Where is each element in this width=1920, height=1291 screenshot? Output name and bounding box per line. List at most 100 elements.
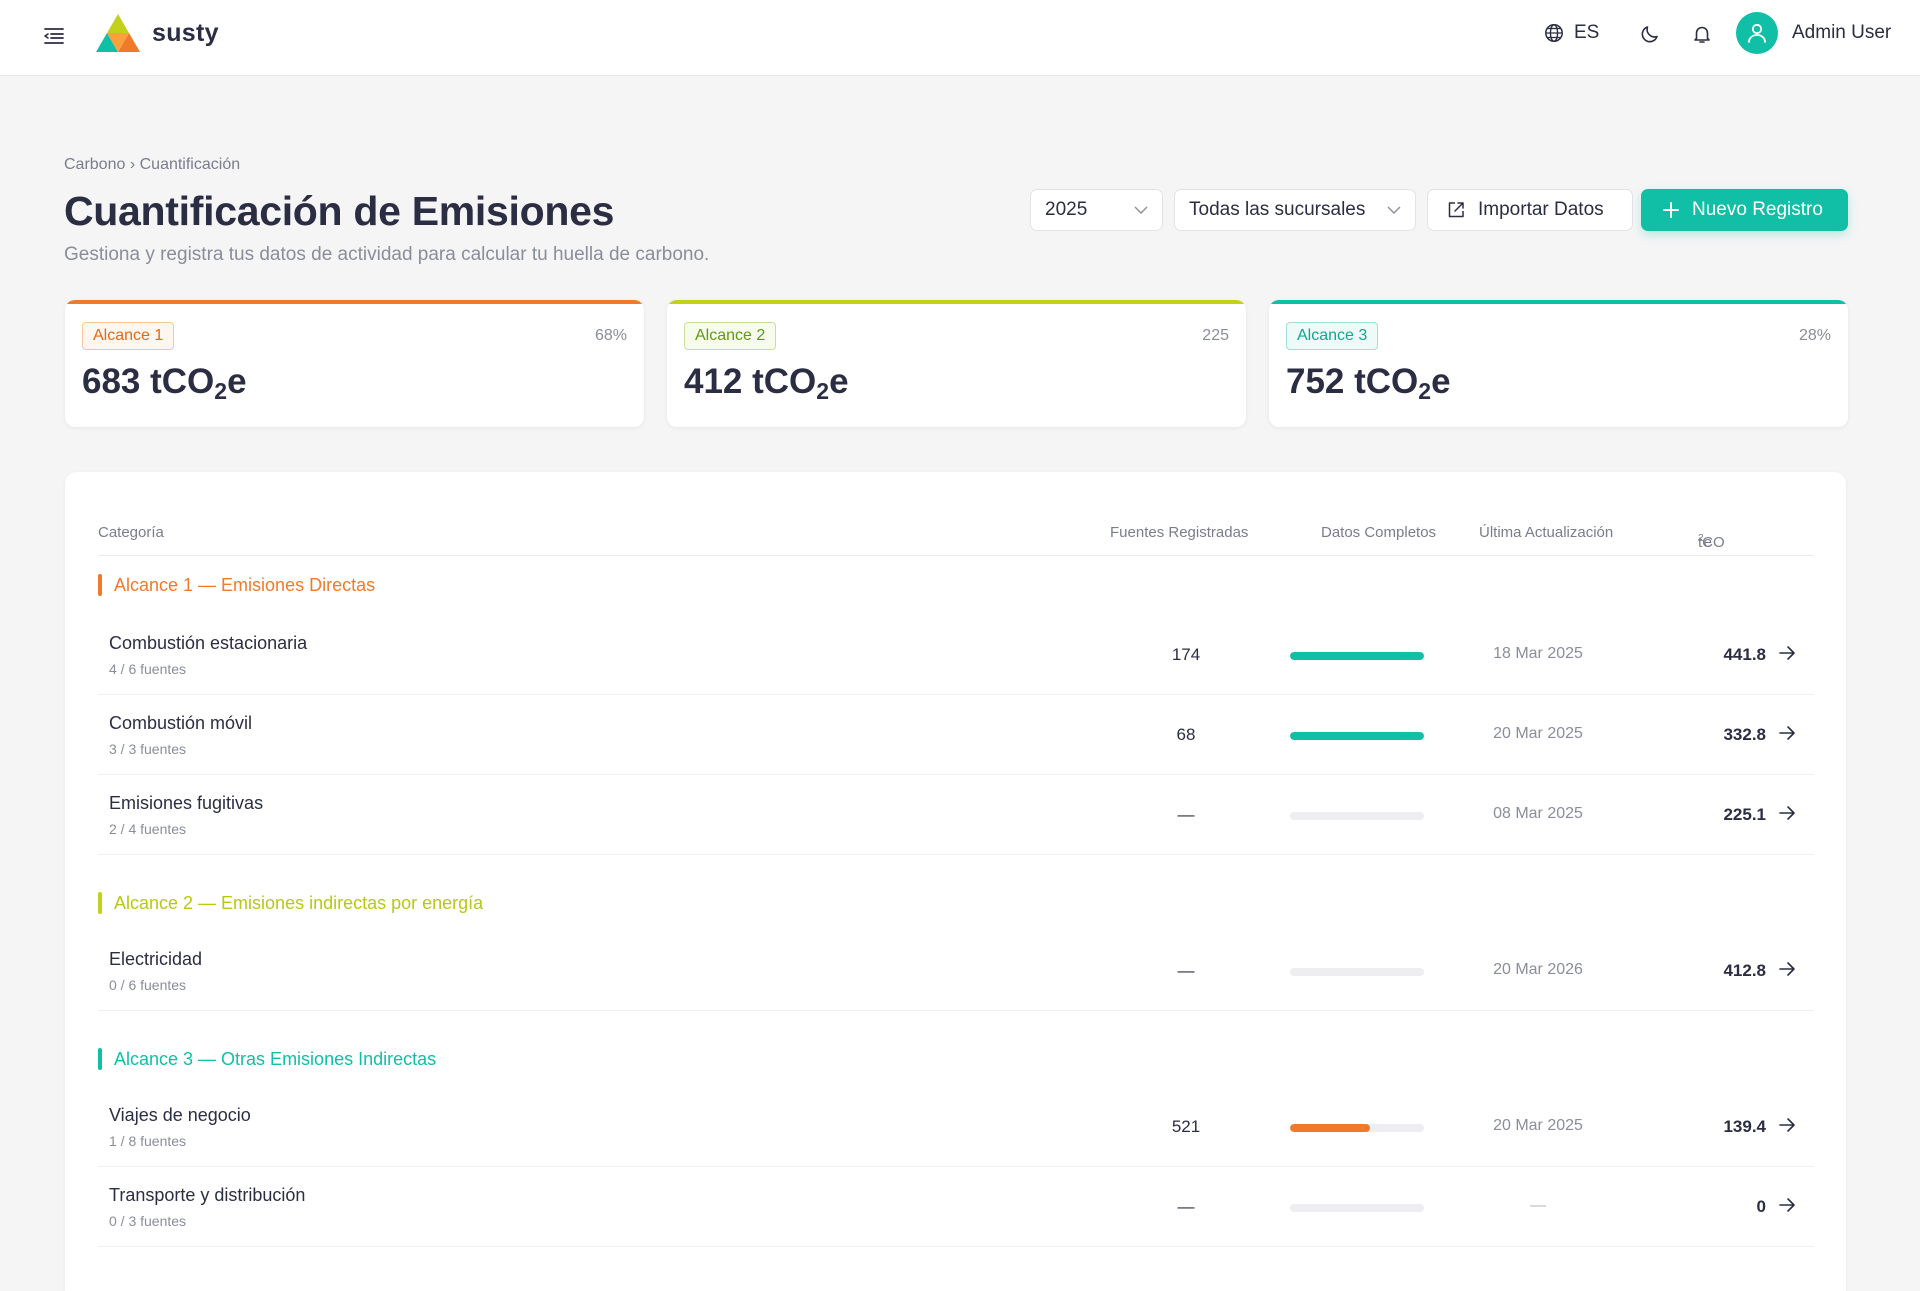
section-scope1: Alcance 1 — Emisiones Directas [98, 574, 375, 596]
emissions-table: Categoría Fuentes Registradas Datos Comp… [65, 472, 1846, 1291]
import-data-button[interactable]: Importar Datos [1427, 189, 1633, 231]
row-sources: 521 [1171, 1117, 1201, 1136]
scope3-value-suffix: e [1431, 362, 1451, 401]
row-tco2e: 139.4 [1723, 1117, 1766, 1136]
scope3-card: Alcance 3 28% 752 tCO2e [1269, 300, 1848, 427]
page-subtitle: Gestiona y registra tus datos de activid… [64, 244, 710, 265]
branch-select[interactable]: Todas las sucursales [1174, 189, 1416, 231]
breadcrumb-parent[interactable]: Carbono [64, 156, 125, 173]
completion-bar [1290, 652, 1424, 660]
row-tco2e: 441.8 [1723, 645, 1766, 664]
branch-select-value: Todas las sucursales [1189, 199, 1366, 220]
plus-icon [1663, 202, 1679, 218]
page-title: Cuantificación de Emisiones [64, 188, 615, 234]
brand-name: susty [152, 18, 219, 47]
new-record-label: Nuevo Registro [1692, 199, 1823, 220]
row-sources: 68 [1176, 725, 1196, 744]
breadcrumb: Carbono › Cuantificación [64, 156, 240, 174]
section-scope2: Alcance 2 — Emisiones indirectas por ene… [98, 892, 483, 914]
arrow-right-icon[interactable] [1777, 723, 1797, 743]
chevron-down-icon [1387, 206, 1401, 214]
row-updated: 20 Mar 2026 [1493, 961, 1583, 978]
scope2-value-sub: 2 [816, 378, 830, 404]
completion-fill [1290, 652, 1424, 660]
table-row[interactable]: Electricidad 0 / 6 fuentes — 20 Mar 2026… [98, 931, 1814, 1011]
row-category: Combustión móvil [109, 713, 253, 733]
row-sources: — [1177, 961, 1195, 980]
import-data-label: Importar Datos [1478, 199, 1604, 220]
brand-logo[interactable]: susty [96, 14, 219, 52]
section-title: Alcance 1 — Emisiones Directas [114, 574, 376, 595]
arrow-right-icon[interactable] [1777, 803, 1797, 823]
new-record-button[interactable]: Nuevo Registro [1641, 189, 1848, 231]
scope3-value-sub: 2 [1418, 378, 1432, 404]
year-select-value: 2025 [1045, 199, 1088, 220]
scope3-badge: Alcance 3 [1286, 322, 1379, 350]
row-sources: — [1177, 1197, 1195, 1216]
year-select[interactable]: 2025 [1030, 189, 1163, 231]
table-header: Categoría Fuentes Registradas Datos Comp… [98, 514, 1814, 556]
scope2-count: 225 [1202, 327, 1229, 344]
language-label: ES [1574, 22, 1600, 43]
row-source-count: 2 / 4 fuentes [109, 821, 187, 837]
row-tco2e: 0 [1756, 1197, 1766, 1216]
dark-mode-toggle[interactable] [1638, 22, 1662, 51]
arrow-right-icon[interactable] [1777, 643, 1797, 663]
card-accent-line [65, 300, 644, 304]
table-row[interactable]: Emisiones fugitivas 2 / 4 fuentes — 08 M… [98, 775, 1814, 855]
header-tco2e-suffix: e [1703, 534, 1712, 551]
section-title: Alcance 3 — Otras Emisiones Indirectas [114, 1048, 437, 1069]
table-row[interactable]: Viajes de negocio 1 / 8 fuentes 521 20 M… [98, 1087, 1814, 1167]
scope3-value: 752 tCO2e [1286, 362, 1451, 405]
row-tco2e: 412.8 [1723, 961, 1766, 980]
row-sources: — [1177, 805, 1195, 824]
row-updated: 20 Mar 2025 [1493, 1117, 1583, 1134]
scope1-card: Alcance 1 68% 683 tCO2e [65, 300, 644, 427]
moon-icon [1641, 26, 1658, 43]
completion-fill [1290, 1124, 1371, 1132]
bell-icon [1694, 26, 1710, 43]
scope1-value-suffix: e [227, 362, 247, 401]
menu-toggle-icon[interactable] [40, 22, 68, 50]
section-title: Alcance 2 — Emisiones indirectas por ene… [114, 892, 484, 913]
language-selector[interactable]: ES [1544, 22, 1599, 44]
user-menu[interactable]: Admin User [1736, 12, 1891, 54]
completion-bar [1290, 732, 1424, 740]
row-source-count: 4 / 6 fuentes [109, 661, 187, 677]
row-sources: 174 [1171, 645, 1201, 664]
header-tco2e: tCO 2 e [1698, 524, 1725, 551]
completion-bar [1290, 968, 1424, 976]
row-updated: 18 Mar 2025 [1493, 645, 1583, 662]
notifications-button[interactable] [1690, 22, 1714, 51]
top-bar: susty ES Admin User [0, 0, 1920, 76]
row-tco2e: 225.1 [1723, 805, 1766, 824]
arrow-right-icon[interactable] [1777, 1115, 1797, 1135]
section-scope3: Alcance 3 — Otras Emisiones Indirectas [98, 1048, 436, 1070]
header-sources: Fuentes Registradas [1110, 524, 1249, 541]
table-row[interactable]: Combustión estacionaria 4 / 6 fuentes 17… [98, 615, 1814, 695]
table-row[interactable]: Transporte y distribución 0 / 3 fuentes … [98, 1167, 1814, 1247]
row-category: Transporte y distribución [109, 1185, 306, 1205]
logo-icon [96, 14, 140, 52]
table-row[interactable]: Combustión móvil 3 / 3 fuentes 68 20 Mar… [98, 695, 1814, 775]
scope3-value-main: 752 tCO [1286, 362, 1419, 401]
scope1-value-main: 683 tCO [82, 362, 215, 401]
scope2-card: Alcance 2 225 412 tCO2e [667, 300, 1246, 427]
scope2-value: 412 tCO2e [684, 362, 849, 405]
chevron-down-icon [1134, 206, 1148, 214]
completion-bar [1290, 1124, 1424, 1132]
scope3-percent: 28% [1798, 327, 1831, 344]
avatar [1736, 12, 1778, 54]
row-source-count: 0 / 6 fuentes [109, 977, 187, 993]
row-source-count: 1 / 8 fuentes [109, 1133, 187, 1149]
row-updated: 20 Mar 2025 [1493, 725, 1583, 742]
row-updated: — [1530, 1197, 1546, 1214]
row-source-count: 3 / 3 fuentes [109, 741, 187, 757]
arrow-right-icon[interactable] [1777, 959, 1797, 979]
card-accent-line [1269, 300, 1848, 304]
completion-fill [1290, 732, 1424, 740]
arrow-right-icon[interactable] [1777, 1195, 1797, 1215]
scope1-value-sub: 2 [214, 378, 228, 404]
header-complete: Datos Completos [1321, 524, 1437, 541]
row-updated: 08 Mar 2025 [1493, 805, 1583, 822]
